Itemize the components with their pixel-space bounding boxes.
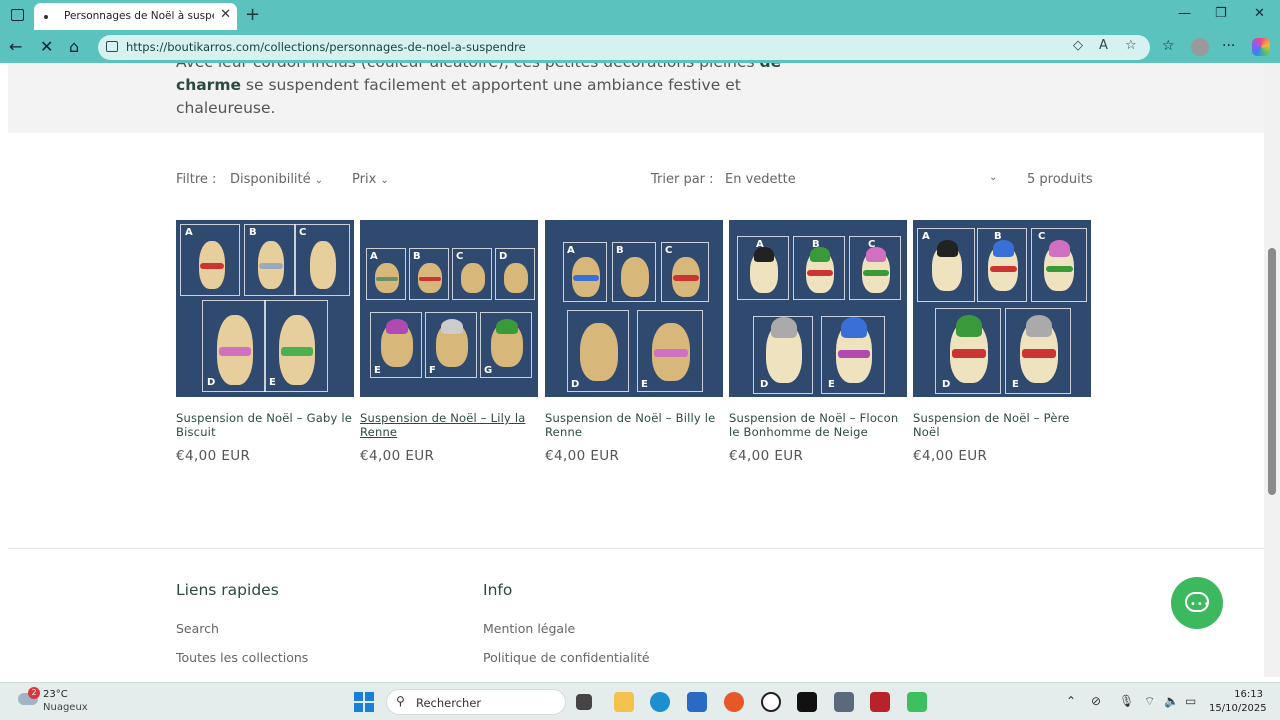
- clock-date: 15/10/2025: [1209, 703, 1267, 714]
- close-window-icon[interactable]: ✕: [1254, 6, 1265, 21]
- product-image[interactable]: A B C D E: [729, 220, 907, 397]
- product-title[interactable]: Suspension de Noël – Gaby le Biscuit: [176, 411, 354, 439]
- tab-active[interactable]: Personnages de Noël à suspendre ✕: [34, 3, 237, 30]
- footer-link-privacy[interactable]: Politique de confidentialité: [483, 650, 650, 665]
- address-bar[interactable]: https://boutikarros.com/collections/pers…: [98, 35, 1150, 60]
- chevron-down-icon: ⌄: [380, 175, 389, 186]
- firefox-icon[interactable]: [724, 692, 744, 712]
- tab-actions-icon[interactable]: [11, 9, 24, 21]
- restore-icon[interactable]: ❐: [1215, 6, 1227, 21]
- profile-avatar[interactable]: [1191, 38, 1209, 56]
- product-price: €4,00 EUR: [176, 448, 251, 464]
- stop-loading-icon[interactable]: ✕: [40, 37, 53, 56]
- tab-strip: Personnages de Noël à suspendre ✕ + — ❐ …: [0, 0, 1280, 33]
- page-scrollbar[interactable]: [1264, 63, 1280, 677]
- taskbar: 2 23°C Nuageux ⚲ Rechercher ⌃ ⊘ 🎙 ⌔ 🔈 ▭ …: [0, 682, 1280, 720]
- copilot-icon[interactable]: [1252, 38, 1270, 56]
- back-icon[interactable]: ←: [9, 37, 22, 56]
- sort-select[interactable]: En vedette: [725, 172, 796, 187]
- new-tab-icon[interactable]: +: [245, 4, 260, 25]
- more-icon[interactable]: ···: [1222, 38, 1235, 54]
- filter-label: Filtre :: [176, 172, 217, 187]
- product-image[interactable]: A B C D E: [913, 220, 1091, 397]
- task-view-icon[interactable]: [576, 694, 592, 710]
- chevron-down-icon[interactable]: ⌄: [989, 172, 997, 183]
- clock-time: 16:13: [1234, 689, 1263, 700]
- product-price: €4,00 EUR: [729, 448, 804, 464]
- scrollbar-thumb[interactable]: [1268, 248, 1276, 495]
- product-title[interactable]: Suspension de Noël – Billy le Renne: [545, 411, 723, 439]
- chat-button[interactable]: •••: [1171, 577, 1223, 629]
- minimize-icon[interactable]: —: [1178, 6, 1191, 21]
- wifi-icon[interactable]: ⌔: [1144, 694, 1155, 709]
- search-placeholder: Rechercher: [416, 696, 482, 710]
- sort-label: Trier par :: [651, 172, 714, 187]
- favorites-icon[interactable]: ☆: [1162, 38, 1175, 54]
- tag-icon[interactable]: ◇: [1073, 38, 1083, 53]
- product-image[interactable]: A B C D E: [176, 220, 354, 397]
- edge-icon[interactable]: [650, 692, 670, 712]
- collection-banner: Avec leur cordon inclus (couleur aléatoi…: [8, 63, 1264, 133]
- footer-link-collections[interactable]: Toutes les collections: [176, 650, 308, 665]
- recorder-icon[interactable]: [907, 692, 927, 712]
- microphone-icon[interactable]: 🎙: [1119, 694, 1134, 708]
- footer-link-search[interactable]: Search: [176, 621, 219, 636]
- product-price: €4,00 EUR: [545, 448, 620, 464]
- close-tab-icon[interactable]: ✕: [220, 7, 231, 22]
- read-aloud-icon[interactable]: A: [1099, 38, 1108, 53]
- chevron-down-icon: ⌄: [314, 175, 324, 186]
- network-off-icon[interactable]: ⊘: [1091, 694, 1101, 708]
- start-icon[interactable]: [354, 692, 374, 712]
- store-icon[interactable]: [687, 692, 707, 712]
- loading-icon: [44, 15, 48, 19]
- chatgpt-icon[interactable]: [761, 692, 781, 712]
- weather-condition: Nuageux: [43, 702, 88, 713]
- search-icon: ⚲: [396, 694, 405, 708]
- footer-heading-quick-links: Liens rapides: [176, 581, 279, 599]
- taskbar-search[interactable]: ⚲ Rechercher: [386, 689, 566, 715]
- weather-temp: 23°C: [43, 689, 68, 700]
- product-card[interactable]: A B C D E Suspension de Noël – Billy le …: [545, 220, 723, 464]
- product-image[interactable]: A B C D E: [545, 220, 723, 397]
- filter-price[interactable]: Prix ⌄: [352, 172, 389, 187]
- tab-title: Personnages de Noël à suspendre: [64, 10, 214, 22]
- notification-badge: 2: [28, 687, 40, 699]
- product-card[interactable]: A B C D E Suspension de Noël – Flocon le…: [729, 220, 907, 464]
- home-icon[interactable]: ⌂: [69, 37, 79, 56]
- battery-icon[interactable]: ▭: [1185, 694, 1196, 708]
- app-icon[interactable]: [870, 692, 890, 712]
- product-card[interactable]: A B C D E Suspension de Noël – Père Noël…: [913, 220, 1091, 464]
- file-explorer-icon[interactable]: [614, 692, 634, 712]
- product-title[interactable]: Suspension de Noël – Lily la Renne: [360, 411, 538, 439]
- footer-heading-info: Info: [483, 581, 513, 599]
- product-price: €4,00 EUR: [360, 448, 435, 464]
- browser-toolbar: ← ✕ ⌂ https://boutikarros.com/collection…: [0, 33, 1280, 63]
- collection-description: Avec leur cordon inclus (couleur aléatoi…: [176, 63, 781, 117]
- product-title[interactable]: Suspension de Noël – Flocon le Bonhomme …: [729, 411, 907, 439]
- volume-icon[interactable]: 🔈: [1164, 694, 1179, 708]
- footer-divider: [8, 548, 1264, 549]
- calculator-icon[interactable]: [834, 692, 854, 712]
- favorite-star-icon[interactable]: ☆: [1125, 38, 1137, 53]
- url-text[interactable]: https://boutikarros.com/collections/pers…: [126, 40, 526, 54]
- page-content: Avec leur cordon inclus (couleur aléatoi…: [0, 63, 1264, 677]
- footer-link-legal[interactable]: Mention légale: [483, 621, 575, 636]
- plus-app-icon[interactable]: [797, 692, 817, 712]
- system-clock[interactable]: 16:13 15/10/2025: [1209, 688, 1267, 716]
- product-count: 5 produits: [1027, 172, 1093, 187]
- product-image[interactable]: A B C D E F G: [360, 220, 538, 397]
- chevron-up-icon[interactable]: ⌃: [1066, 694, 1076, 708]
- product-card[interactable]: A B C D E F G Suspension de Noël – Lily …: [360, 220, 538, 464]
- filter-availability[interactable]: Disponibilité ⌄: [230, 172, 323, 187]
- lock-icon[interactable]: [106, 41, 118, 52]
- product-title[interactable]: Suspension de Noël – Père Noël: [913, 411, 1091, 439]
- product-price: €4,00 EUR: [913, 448, 988, 464]
- product-card[interactable]: A B C D E Suspension de Noël – Gaby le B…: [176, 220, 354, 464]
